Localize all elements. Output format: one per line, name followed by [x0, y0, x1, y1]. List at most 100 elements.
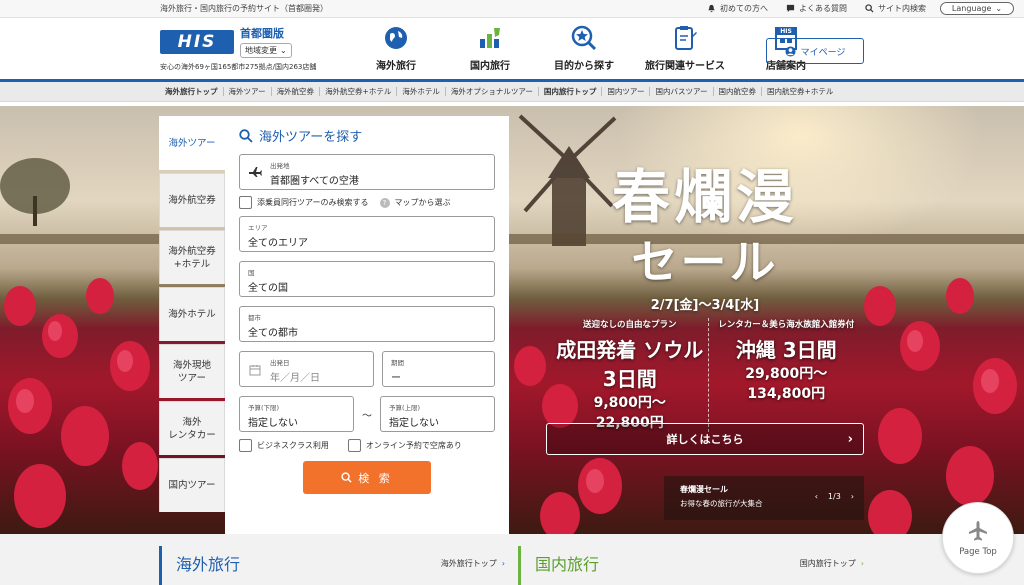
departure-value: 首都圏すべての空港 — [270, 176, 359, 187]
overseas-section-title: 海外旅行 — [176, 555, 241, 574]
star-search-icon — [571, 25, 597, 51]
period-label: 期間 — [391, 359, 404, 367]
chevron-left-icon[interactable]: ‹ — [815, 492, 818, 501]
carousel-caption: 春爛漫セール お得な春の旅行が大集合 ‹ 1/3 › — [664, 476, 864, 520]
tab-overseas-hotel[interactable]: 海外ホテル — [159, 287, 225, 341]
bell-icon — [708, 4, 715, 13]
promo-detail-label: 詳しくはこちら — [666, 433, 744, 446]
subnav-overseas-top[interactable]: 海外旅行トップ — [160, 87, 224, 96]
tab-overseas-air-hotel[interactable]: 海外航空券 +ホテル — [159, 230, 225, 284]
deal-seoul-price-from: 9,800円～ — [593, 395, 666, 411]
nav-purpose-label: 目的から探す — [554, 61, 614, 72]
chevron-right-icon: › — [860, 559, 864, 568]
search-title-text: 海外ツアーを探す — [259, 130, 363, 145]
budget-row: 予算(下限) 指定しない ～ 予算(上限) 指定しない — [239, 396, 495, 441]
region-name: 首都圏版 — [240, 27, 284, 40]
subnav-domestic-tour[interactable]: 国内ツアー — [602, 87, 651, 96]
subnav-overseas-air[interactable]: 海外航空券 — [272, 87, 321, 96]
deal-okinawa-destination: 沖縄 3日間 — [735, 338, 837, 362]
search-panel-title: 海外ツアーを探す — [239, 126, 495, 145]
tab-domestic-tour[interactable]: 国内ツアー — [159, 458, 225, 512]
promo-detail-button[interactable]: 詳しくはこちら › — [546, 423, 864, 455]
section-links: 海外旅行 海外旅行トップ › 国内旅行 国内旅行トップ › — [0, 534, 1024, 585]
language-select[interactable]: Language ⌄ — [940, 2, 1014, 15]
subnav-overseas-optional[interactable]: 海外オプショナルツアー — [446, 87, 539, 96]
search-button[interactable]: 検 索 — [303, 461, 431, 494]
tab-rental-car[interactable]: 海外 レンタカー — [159, 401, 225, 455]
area-label: エリア — [248, 224, 268, 232]
chevron-right-icon[interactable]: › — [851, 492, 854, 501]
overseas-top-link[interactable]: 海外旅行トップ › — [441, 558, 505, 569]
first-time-link[interactable]: 初めての方へ — [707, 3, 768, 14]
page-top-button[interactable]: Page Top — [942, 502, 1014, 574]
subnav-overseas-air-hotel[interactable]: 海外航空券+ホテル — [320, 87, 398, 96]
deal-seoul: 送迎なしの自由なプラン 成田発着 ソウル3日間 9,800円～ 22,800円 — [552, 318, 708, 432]
subnav-domestic-air[interactable]: 国内航空券 — [714, 87, 763, 96]
site-tagline: 海外旅行・国内旅行の予約サイト（首都圏発） — [160, 4, 328, 13]
tab-overseas-air[interactable]: 海外航空券 — [159, 173, 225, 227]
deal-seoul-note: 送迎なしの自由なプラン — [582, 320, 677, 330]
logo-subtext: 安心の海外69ヶ国165都市275拠点/国内263店舗 — [160, 63, 317, 71]
subnav-domestic-bus[interactable]: 国内バスツアー — [650, 87, 714, 96]
chevron-down-icon: ⌄ — [995, 4, 1003, 13]
country-select[interactable]: 国 全ての国 — [239, 261, 495, 297]
subnav-domestic-top[interactable]: 国内旅行トップ — [539, 87, 603, 96]
departure-label: 出発地 — [270, 162, 290, 170]
site-header: HIS 首都圏版 地域変更 ⌄ 安心の海外69ヶ国165都市275拠点/国内26… — [0, 18, 1024, 82]
period-select[interactable]: 期間 ー — [382, 351, 495, 387]
chevron-right-icon: › — [501, 559, 505, 568]
airplane-icon — [969, 521, 987, 541]
chevron-right-icon: › — [847, 431, 853, 447]
language-label: Language — [951, 4, 992, 13]
page-top-label: Page Top — [959, 547, 997, 557]
period-value: ー — [391, 373, 401, 384]
city-select[interactable]: 都市 全ての都市 — [239, 306, 495, 342]
tab-local-tour[interactable]: 海外現地 ツアー — [159, 344, 225, 398]
first-time-label: 初めての方へ — [720, 4, 768, 13]
promo-dates: 2/7[金]～3/4[水] — [650, 298, 760, 313]
faq-link[interactable]: よくある質問 — [786, 3, 847, 14]
domestic-section-title: 国内旅行 — [535, 555, 600, 574]
calendar-icon — [249, 365, 261, 376]
help-icon[interactable]: ? — [379, 197, 390, 208]
escort-row: 添乗員同行ツアーのみ検索する ? マップから選ぶ — [239, 196, 495, 209]
area-select[interactable]: エリア 全てのエリア — [239, 216, 495, 252]
budget-tilde: ～ — [362, 411, 372, 422]
departure-date-field[interactable]: 出発日 年／月／日 — [239, 351, 374, 387]
his-logo[interactable]: HIS — [160, 29, 234, 54]
tab-overseas-tour[interactable]: 海外ツアー — [159, 116, 225, 170]
budget-min-select[interactable]: 予算(下限) 指定しない — [239, 396, 354, 432]
map-select-link[interactable]: マップから選ぶ — [395, 197, 451, 208]
subnav-domestic-air-hotel[interactable]: 国内航空券+ホテル — [762, 87, 838, 96]
site-search-link[interactable]: サイト内検索 — [865, 3, 926, 14]
domestic-top-link-label: 国内旅行トップ — [799, 559, 856, 568]
business-class-checkbox[interactable] — [239, 439, 252, 452]
subnav-overseas-tour[interactable]: 海外ツアー — [224, 87, 272, 96]
hero-banner[interactable] — [0, 106, 1024, 534]
escort-label: 添乗員同行ツアーのみ検索する — [257, 198, 369, 207]
tulip-field-illustration — [0, 114, 1024, 534]
nav-services[interactable]: 旅行関連サービス — [638, 25, 732, 72]
promo-subheadline: セール — [631, 235, 779, 289]
departure-field[interactable]: 出発地 首都圏すべての空港 — [239, 154, 495, 190]
nav-purpose[interactable]: 目的から探す — [544, 25, 624, 72]
domestic-top-link[interactable]: 国内旅行トップ › — [800, 558, 864, 569]
carousel-pager: ‹ 1/3 › — [815, 492, 854, 501]
escort-checkbox[interactable] — [239, 196, 252, 209]
promo-deals: 送迎なしの自由なプラン 成田発着 ソウル3日間 9,800円～ 22,800円 … — [552, 318, 864, 432]
region-change-label: 地域変更 — [245, 46, 277, 55]
carousel-page-count: 1/3 — [827, 492, 841, 501]
sub-nav: 海外旅行トップ 海外ツアー 海外航空券 海外航空券+ホテル 海外ホテル 海外オプ… — [0, 82, 1024, 102]
budget-max-select[interactable]: 予算(上限) 指定しない — [380, 396, 495, 432]
nav-services-label: 旅行関連サービス — [645, 61, 725, 72]
nav-overseas[interactable]: 海外旅行 — [356, 25, 436, 72]
date-label: 出発日 — [270, 359, 290, 367]
region-change-button[interactable]: 地域変更 ⌄ — [240, 43, 292, 58]
nav-domestic[interactable]: 国内旅行 — [450, 25, 530, 72]
mypage-button[interactable]: マイページ — [766, 38, 864, 64]
subnav-overseas-hotel[interactable]: 海外ホテル — [397, 87, 446, 96]
overseas-section-header: 海外旅行 海外旅行トップ › — [159, 546, 505, 585]
online-available-checkbox[interactable] — [347, 439, 361, 452]
online-available-label: オンライン予約で空席あり — [365, 441, 462, 450]
business-class-label: ビジネスクラス利用 — [257, 441, 329, 450]
